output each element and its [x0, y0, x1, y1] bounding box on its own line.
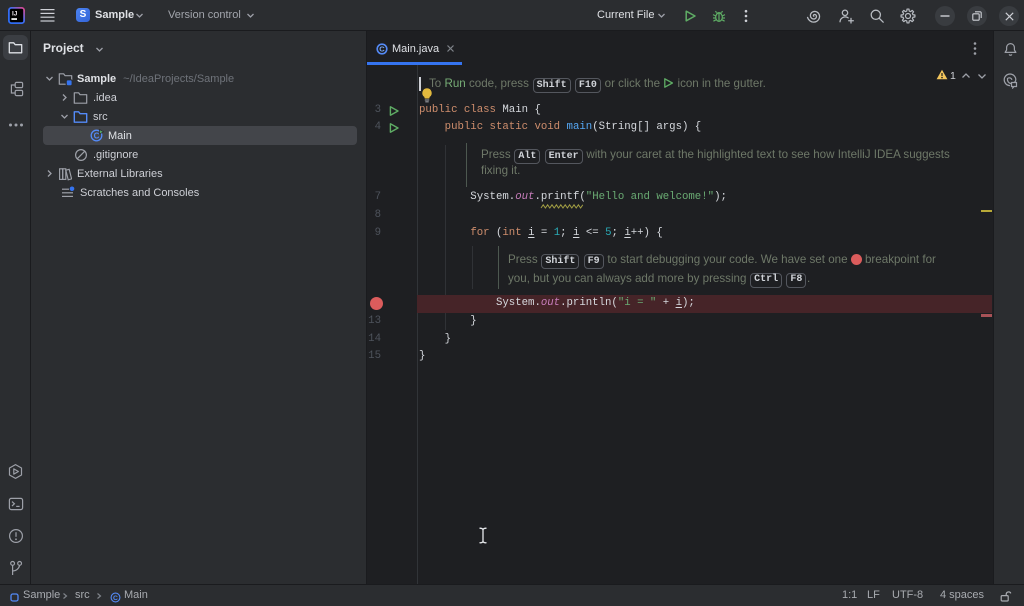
svg-text:C: C — [94, 131, 100, 140]
svg-text:C: C — [379, 45, 385, 54]
svg-text:C: C — [113, 595, 118, 602]
svg-text:IJ: IJ — [12, 11, 18, 18]
